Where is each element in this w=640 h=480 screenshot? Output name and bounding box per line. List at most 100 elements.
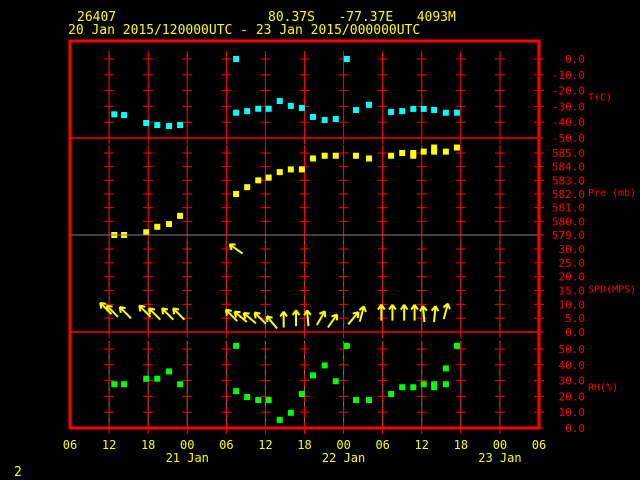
wind-arrow-stroke [106,304,113,308]
pressure-point [332,152,339,159]
rh-point [453,342,460,349]
y-tick-label-pressure: 585.0 [552,147,585,160]
y-tick-label-rh: 50.0 [559,343,586,356]
panel-title-wind: SPD(MPS) [588,285,636,296]
meteogram-chart: 0.0 -10.0 -20.0 -30.0 -40.0 -50.0 T(C) 585.0584… [63,39,636,465]
temp-point [121,112,128,119]
pressure-point [287,166,294,173]
wind-arrow-stroke [243,312,250,315]
wind-arrow-stroke [172,307,180,311]
rh-point [265,397,272,404]
temp-point [410,105,417,112]
y-tick-label-wind: 5.0 [565,312,585,325]
x-tick-label: 06 [375,438,389,452]
pressure-point [154,223,161,230]
wind-arrow-stroke [446,303,451,310]
x-tick-label: 00 [180,438,194,452]
temp-point [442,109,449,116]
y-tick-label-rh: 0.0 [565,422,585,435]
y-tick-label-temp: -40.0 [552,116,585,129]
pressure-point [399,150,406,156]
y-tick-label-pressure: 580.0 [552,215,585,228]
temp-point [321,116,328,123]
wind-arrow [399,304,409,321]
y-tick-label-temp: -20.0 [552,85,585,98]
date-label: 22 Jan [322,451,365,465]
temp-point [309,113,316,120]
wind-arrow-stroke [234,310,241,314]
rh-point [321,362,328,369]
wind-arrow [327,313,339,329]
rh-point [111,381,118,388]
y-tick-label-wind: 20.0 [559,271,586,284]
pressure-point [431,148,438,155]
temp-point [332,116,339,123]
rh-point [233,388,240,395]
rh-point [287,409,294,416]
wind-arrow-stroke [99,301,107,305]
rh-point [143,375,150,382]
pressure-point [309,155,316,162]
temp-point [343,56,350,62]
rh-point [431,384,438,391]
y-tick-label-wind: 30.0 [559,243,586,256]
temp-point [276,98,283,105]
y-tick-label-wind: 25.0 [559,257,586,270]
y-tick-label-rh: 40.0 [559,359,586,372]
wind-arrow-stroke [254,311,261,315]
panel-title-temp: T(C) [588,93,612,104]
temp-point [399,108,406,115]
wind-arrow [347,311,360,325]
rh-point [365,397,372,404]
temp-point [265,105,272,112]
temp-point [352,107,359,114]
rh-point [177,381,184,388]
temp-point [111,111,118,118]
temp-point [388,108,395,115]
wind-arrow-stroke [356,311,360,319]
panel-title-pressure: Pre (mb) [588,188,636,199]
wind-arrow [315,310,327,326]
pressure-point [298,166,305,173]
wind-arrow-stroke [139,304,146,308]
temp-point [287,102,294,109]
wind-arrow [265,315,278,330]
wind-arrow [430,305,440,323]
pressure-point [453,144,460,151]
pressure-point [143,229,150,236]
wind-arrow [228,243,244,255]
pressure-point [365,155,372,162]
pressure-point [420,148,427,155]
pressure-point [442,148,449,155]
rh-point [244,394,251,401]
y-tick-label-temp: -10.0 [552,69,585,82]
rh-point [442,365,449,372]
pressure-point [265,174,272,181]
wind-arrow [388,304,397,321]
y-tick-label-rh: 20.0 [559,390,586,403]
rh-point [343,342,350,349]
pressure-point [255,177,262,184]
y-tick-label-wind: 0.0 [565,326,585,339]
rh-point [154,375,161,382]
panel-title-rh: RH(%) [588,383,618,394]
temp-point [420,105,427,112]
wind-arrow [172,307,186,321]
wind-arrow [161,307,175,321]
rh-point [121,381,128,388]
x-tick-label: 06 [532,438,546,452]
temp-point [166,122,173,129]
y-tick-label-pressure: 584.0 [552,161,585,174]
wind-arrow-stroke [362,305,367,313]
x-tick-label: 00 [493,438,507,452]
pressure-point [233,191,240,197]
temp-point [453,109,460,116]
wind-arrow [291,309,301,327]
wind-arrow-stroke [161,307,169,311]
wind-arrow-stroke [119,305,126,310]
pressure-point [166,221,173,228]
temp-point [233,109,240,116]
x-tick-label: 12 [102,438,116,452]
x-tick-label: 00 [336,438,350,452]
rh-point [233,342,240,349]
